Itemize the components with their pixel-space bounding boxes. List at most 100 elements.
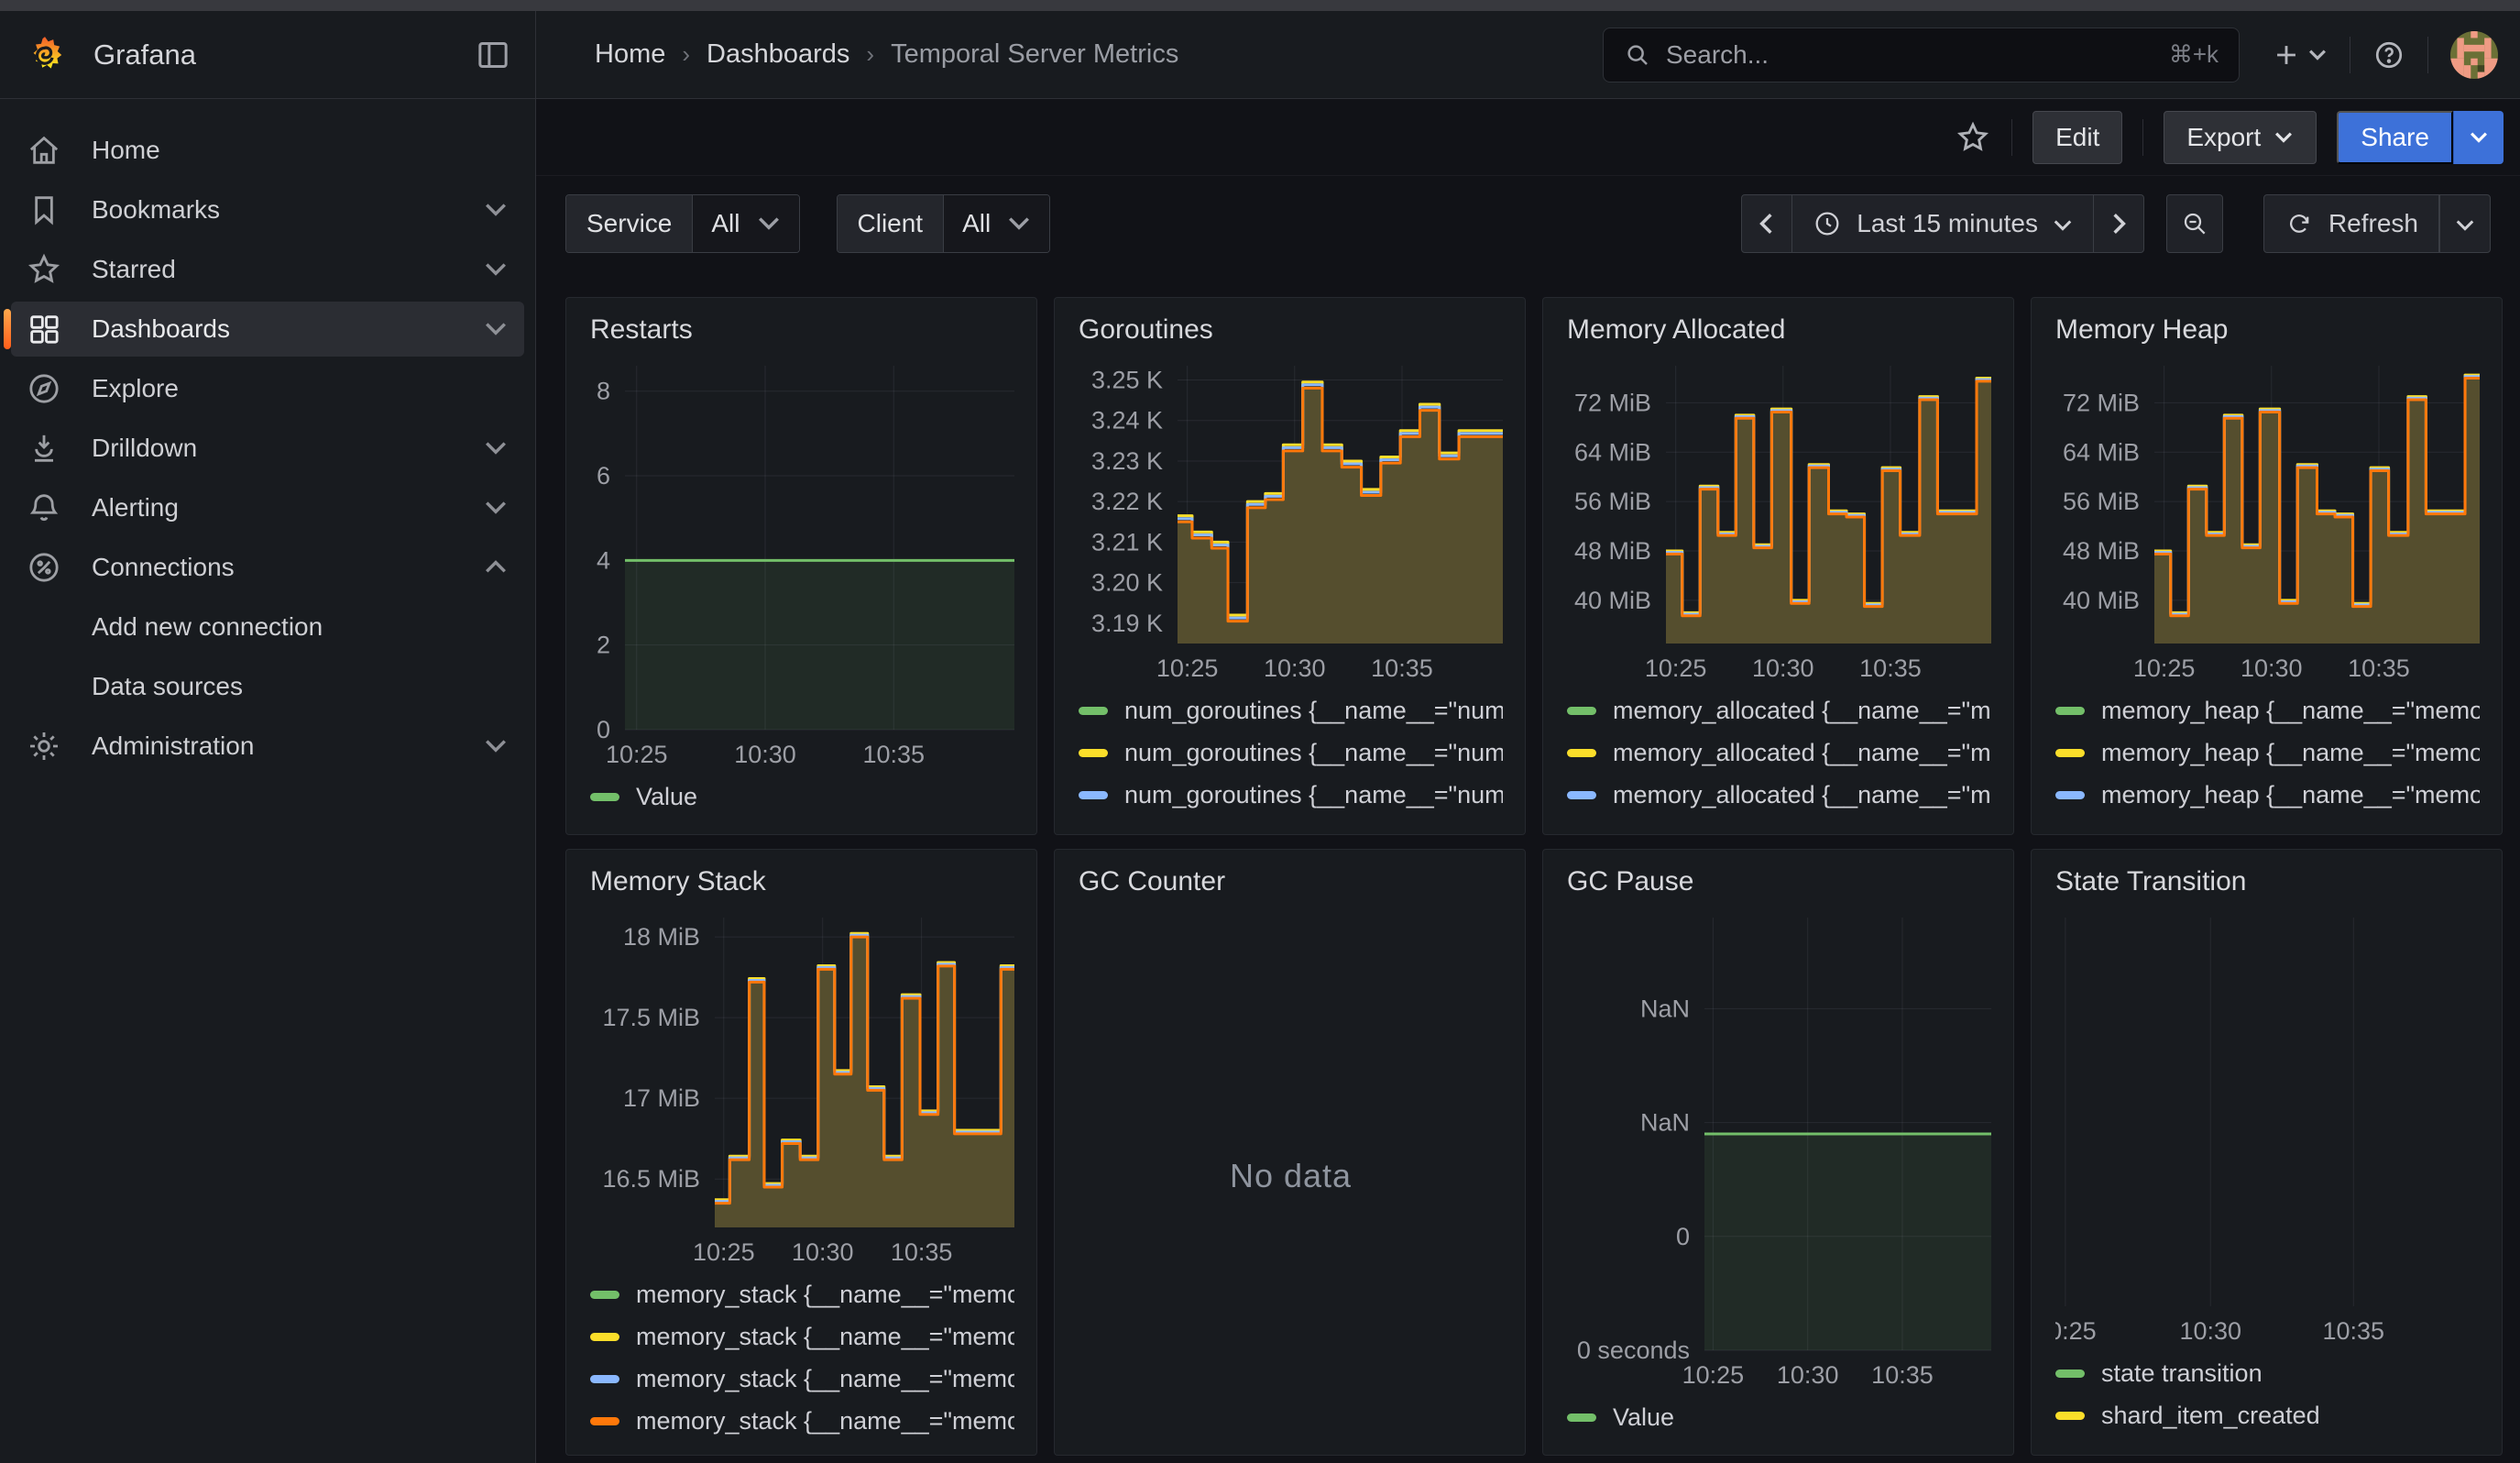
user-avatar[interactable] (2450, 31, 2498, 79)
legend-item[interactable]: memory_allocated {__name__="memo (1567, 774, 1991, 816)
sidebar-item-connections[interactable]: Connections (11, 540, 524, 595)
legend-label: shard_item_created (2101, 1402, 2480, 1430)
sidebar-item-administration[interactable]: Administration (11, 719, 524, 774)
time-shift-forward-button[interactable] (2093, 194, 2144, 253)
sidebar-item-drilldown[interactable]: Drilldown (11, 421, 524, 476)
legend-item[interactable]: memory_stack {__name__="memory_s (590, 1273, 1014, 1315)
legend-label: memory_stack {__name__="memory_s (636, 1407, 1014, 1436)
sidebar-toggle-icon[interactable] (475, 37, 511, 73)
add-button[interactable] (2271, 39, 2328, 71)
help-icon (2372, 38, 2405, 72)
panel-legend: state transition shard_item_created (2055, 1347, 2480, 1442)
panel-title[interactable]: Goroutines (1079, 314, 1503, 358)
sidebar-subitem-add-new-connection[interactable]: Add new connection (11, 600, 524, 654)
refresh-icon (2284, 209, 2314, 238)
svg-text:10:35: 10:35 (891, 1238, 953, 1266)
sidebar-item-alerting[interactable]: Alerting (11, 480, 524, 535)
panel-title[interactable]: Memory Heap (2055, 314, 2480, 358)
legend-label: num_goroutines {__name__="num_go (1124, 739, 1503, 767)
breadcrumb-home[interactable]: Home (595, 39, 665, 70)
edit-button[interactable]: Edit (2032, 111, 2122, 164)
sidebar-item-label: Starred (92, 255, 176, 284)
share-button[interactable]: Share (2337, 111, 2453, 164)
sidebar-item-starred[interactable]: Starred (11, 242, 524, 297)
variable-value-dropdown[interactable]: All (692, 195, 798, 252)
chevron-down-icon[interactable] (484, 440, 508, 456)
legend-item[interactable]: Value (590, 776, 1014, 818)
chevron-down-icon (2307, 49, 2328, 61)
sidebar-item-bookmarks[interactable]: Bookmarks (11, 182, 524, 237)
legend-item[interactable]: memory_allocated {__name__="memo (1567, 816, 1991, 821)
chevron-down-icon[interactable] (484, 202, 508, 218)
legend-label: memory_stack {__name__="memory_s (636, 1281, 1014, 1309)
legend-item[interactable]: num_goroutines {__name__="num_go (1079, 732, 1503, 774)
sidebar-item-explore[interactable]: Explore (11, 361, 524, 416)
panel-title[interactable]: State Transition (2055, 866, 2480, 910)
svg-text:10:30: 10:30 (792, 1238, 854, 1266)
variable-label: Service (566, 195, 692, 252)
sidebar-item-dashboards[interactable]: Dashboards (11, 302, 524, 357)
legend-item[interactable]: num_goroutines {__name__="num_go (1079, 816, 1503, 821)
legend-item[interactable]: memory_stack {__name__="memory_s (590, 1400, 1014, 1442)
svg-text:6: 6 (597, 462, 610, 490)
legend-item[interactable]: Value (1567, 1396, 1991, 1438)
legend-item[interactable]: num_goroutines {__name__="num_go (1079, 689, 1503, 732)
svg-text:4: 4 (597, 546, 610, 574)
panel-title[interactable]: Memory Allocated (1567, 314, 1991, 358)
legend-item[interactable]: memory_heap {__name__="memory_h (2055, 732, 2480, 774)
time-range-picker[interactable]: Last 15 minutes (1792, 194, 2093, 253)
sidebar-subitem-data-sources[interactable]: Data sources (11, 659, 524, 714)
svg-text:18 MiB: 18 MiB (623, 923, 700, 951)
legend-item[interactable]: memory_stack {__name__="memory_s (590, 1358, 1014, 1400)
legend-label: memory_heap {__name__="memory_h (2101, 697, 2480, 725)
legend-swatch (590, 1291, 619, 1299)
legend-swatch (2055, 1370, 2085, 1378)
chevron-down-icon (2469, 131, 2489, 144)
svg-text:0: 0 (597, 716, 610, 743)
export-label: Export (2186, 123, 2261, 152)
favorite-star-button[interactable] (1955, 119, 1991, 156)
legend-item[interactable]: memory_heap {__name__="memory_h (2055, 774, 2480, 816)
svg-text:72 MiB: 72 MiB (2063, 389, 2140, 416)
legend-item[interactable]: memory_stack {__name__="memory_s (590, 1315, 1014, 1358)
variable-value-dropdown[interactable]: All (943, 195, 1049, 252)
export-button[interactable]: Export (2164, 111, 2317, 164)
search-input[interactable]: Search... ⌘+k (1603, 28, 2240, 82)
legend-item[interactable]: memory_allocated {__name__="memo (1567, 732, 1991, 774)
zoom-out-button[interactable] (2166, 194, 2223, 253)
help-button[interactable] (2372, 38, 2405, 72)
chevron-down-icon[interactable] (484, 500, 508, 516)
star-icon (26, 251, 62, 288)
legend-item[interactable]: shard_item_created (2055, 1394, 2480, 1436)
time-shift-back-button[interactable] (1741, 194, 1792, 253)
panel-title[interactable]: Memory Stack (590, 866, 1014, 910)
clock-icon (1813, 209, 1842, 238)
refresh-interval-button[interactable] (2439, 194, 2491, 253)
legend-swatch (590, 1333, 619, 1341)
panel-title[interactable]: GC Pause (1567, 866, 1991, 910)
legend-item[interactable]: state transition (2055, 1352, 2480, 1394)
sidebar-item-home[interactable]: Home (11, 123, 524, 178)
legend-item[interactable]: memory_allocated {__name__="memo (1567, 689, 1991, 732)
legend-item[interactable]: memory_heap {__name__="memory_h (2055, 689, 2480, 732)
panel-state-transition: State Transition10:2510:3010:35state tra… (2031, 849, 2503, 1456)
share-menu-button[interactable] (2453, 111, 2504, 164)
legend-item[interactable]: memory_heap {__name__="memory_h (2055, 816, 2480, 821)
breadcrumb-dashboards[interactable]: Dashboards (707, 39, 849, 70)
panel-chart: 40 MiB48 MiB56 MiB64 MiB72 MiB10:2510:30… (2055, 358, 2480, 684)
chevron-up-icon[interactable] (484, 559, 508, 576)
sidebar-subitem-label: Data sources (92, 672, 243, 701)
legend-item[interactable]: num_goroutines {__name__="num_go (1079, 774, 1503, 816)
legend-swatch (590, 1417, 619, 1425)
panel-title[interactable]: GC Counter (1079, 866, 1503, 910)
legend-swatch (1079, 749, 1108, 757)
variable-service[interactable]: ServiceAll (565, 194, 800, 253)
panel-chart: 40 MiB48 MiB56 MiB64 MiB72 MiB10:2510:30… (1567, 358, 1991, 684)
variable-client[interactable]: ClientAll (837, 194, 1051, 253)
chevron-down-icon[interactable] (484, 261, 508, 278)
chevron-down-icon[interactable] (484, 738, 508, 754)
chevron-down-icon[interactable] (484, 321, 508, 337)
search-placeholder: Search... (1666, 40, 2154, 70)
refresh-button[interactable]: Refresh (2263, 194, 2439, 253)
panel-title[interactable]: Restarts (590, 314, 1014, 358)
